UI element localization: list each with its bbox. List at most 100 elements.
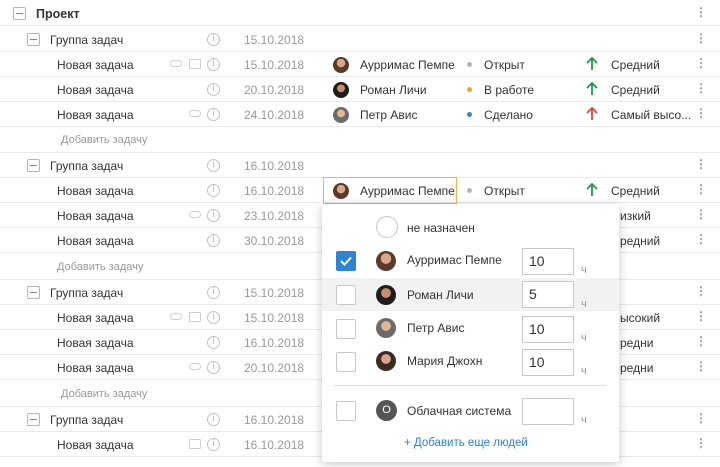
- task-name[interactable]: Новая задача: [57, 209, 134, 223]
- info-icon[interactable]: i: [207, 58, 220, 71]
- hours-input[interactable]: 5: [522, 281, 574, 308]
- system-option[interactable]: О Облачная система ч: [322, 394, 619, 427]
- table-row[interactable]: Новая задача i 20.10.2018 Роман Личи В р…: [0, 77, 720, 102]
- task-name[interactable]: Новая задача: [57, 108, 134, 122]
- info-icon[interactable]: i: [207, 413, 220, 426]
- status-label[interactable]: Открыт: [484, 58, 525, 72]
- group-menu-icon[interactable]: ⋮: [695, 158, 707, 171]
- collapse-group-checkbox[interactable]: [27, 159, 40, 172]
- add-task-link[interactable]: Добавить задачу: [57, 261, 143, 273]
- priority-label[interactable]: Средний: [611, 58, 660, 72]
- person-checkbox[interactable]: [336, 352, 356, 372]
- info-icon[interactable]: i: [207, 159, 220, 172]
- priority-label[interactable]: ысокий: [620, 311, 660, 325]
- person-checkbox[interactable]: [336, 251, 356, 271]
- priority-label[interactable]: редни: [620, 361, 653, 375]
- info-icon[interactable]: i: [207, 108, 220, 121]
- info-icon[interactable]: i: [207, 83, 220, 96]
- assignee-cell-selected[interactable]: [323, 177, 457, 204]
- group-menu-icon[interactable]: ⋮: [695, 285, 707, 298]
- unassigned-option[interactable]: не назначен: [322, 212, 619, 245]
- task-menu-icon[interactable]: ⋮: [695, 310, 707, 323]
- project-row: Проект ⋮: [0, 0, 720, 26]
- person-option[interactable]: Аурримас Пемпе 10 ч: [322, 244, 619, 277]
- task-name[interactable]: Новая задача: [57, 234, 134, 248]
- info-icon[interactable]: i: [207, 361, 220, 374]
- hours-unit: ч: [581, 264, 587, 276]
- person-name: Мария Джохн: [407, 354, 483, 368]
- table-row[interactable]: Новая задача i 24.10.2018 Петр Авис Сдел…: [0, 102, 720, 127]
- priority-label[interactable]: редни: [620, 336, 653, 350]
- priority-label[interactable]: изкий: [620, 209, 651, 223]
- assignee-name[interactable]: Аурримас Пемпе: [360, 58, 455, 72]
- task-name[interactable]: Новая задача: [57, 58, 134, 72]
- task-name[interactable]: Новая задача: [57, 438, 134, 452]
- group-title: Группа задач: [50, 33, 124, 47]
- group-row: Группа задач i 15.10.2018 ⋮: [0, 26, 720, 52]
- info-icon[interactable]: i: [207, 311, 220, 324]
- check-icon: [340, 256, 352, 266]
- info-icon[interactable]: i: [207, 234, 220, 247]
- add-task-link[interactable]: Добавить задачу: [61, 388, 147, 400]
- info-icon[interactable]: i: [207, 33, 220, 46]
- add-people-link[interactable]: + Добавить еще людей: [404, 437, 528, 449]
- status-dot: [467, 62, 472, 67]
- info-icon[interactable]: i: [207, 184, 220, 197]
- person-option[interactable]: Роман Личи 5 ч: [322, 278, 619, 311]
- priority-label[interactable]: редний: [620, 234, 660, 248]
- add-task-link[interactable]: Добавить задачу: [61, 134, 147, 146]
- table-row[interactable]: Новая задача i 15.10.2018 Аурримас Пемпе…: [0, 52, 720, 77]
- group-date: 15.10.2018: [244, 286, 305, 300]
- person-option[interactable]: Петр Авис 10 ч: [322, 312, 619, 345]
- priority-label[interactable]: Самый высо...: [611, 108, 691, 122]
- task-menu-icon[interactable]: ⋮: [695, 57, 707, 70]
- assignee-name[interactable]: Роман Личи: [360, 83, 427, 97]
- system-checkbox[interactable]: [336, 401, 356, 421]
- status-label[interactable]: В работе: [484, 83, 534, 97]
- status-label[interactable]: Открыт: [484, 184, 525, 198]
- priority-label[interactable]: Средний: [611, 184, 660, 198]
- task-name[interactable]: Новая задача: [57, 361, 134, 375]
- comment-icon: [189, 59, 201, 69]
- hours-input[interactable]: 10: [522, 316, 574, 343]
- priority-label[interactable]: Средний: [611, 83, 660, 97]
- task-name[interactable]: Новая задача: [57, 311, 134, 325]
- person-checkbox[interactable]: [336, 285, 356, 305]
- task-date: 16.10.2018: [244, 184, 305, 198]
- task-menu-icon[interactable]: ⋮: [695, 233, 707, 246]
- person-option[interactable]: Мария Джохн 10 ч: [322, 345, 619, 378]
- project-menu-icon[interactable]: ⋮: [695, 6, 707, 19]
- task-menu-icon[interactable]: ⋮: [695, 360, 707, 373]
- group-menu-icon[interactable]: ⋮: [695, 32, 707, 45]
- info-icon[interactable]: i: [207, 286, 220, 299]
- status-label[interactable]: Сделано: [484, 108, 533, 122]
- info-icon[interactable]: i: [207, 336, 220, 349]
- info-icon[interactable]: i: [207, 209, 220, 222]
- task-menu-icon[interactable]: ⋮: [695, 82, 707, 95]
- task-menu-icon[interactable]: ⋮: [695, 437, 707, 450]
- collapse-group-checkbox[interactable]: [27, 33, 40, 46]
- assignee-name[interactable]: Петр Авис: [360, 108, 418, 122]
- task-menu-icon[interactable]: ⋮: [695, 107, 707, 120]
- status-dot: [467, 87, 472, 92]
- hours-input[interactable]: [522, 398, 574, 425]
- task-name[interactable]: Новая задача: [57, 184, 134, 198]
- status-dot: [467, 188, 472, 193]
- task-name[interactable]: Новая задача: [57, 83, 134, 97]
- group-menu-icon[interactable]: ⋮: [695, 412, 707, 425]
- task-menu-icon[interactable]: ⋮: [695, 183, 707, 196]
- task-menu-icon[interactable]: ⋮: [695, 208, 707, 221]
- task-menu-icon[interactable]: ⋮: [695, 335, 707, 348]
- collapse-project-checkbox[interactable]: [13, 7, 26, 20]
- avatar: [376, 351, 396, 371]
- collapse-group-checkbox[interactable]: [27, 413, 40, 426]
- system-initial-avatar: О: [376, 400, 397, 421]
- avatar: [333, 107, 349, 123]
- person-name: Петр Авис: [407, 321, 465, 335]
- hours-input[interactable]: 10: [522, 349, 574, 376]
- collapse-group-checkbox[interactable]: [27, 286, 40, 299]
- info-icon[interactable]: i: [207, 438, 220, 451]
- task-name[interactable]: Новая задача: [57, 336, 134, 350]
- hours-input[interactable]: 10: [522, 248, 574, 275]
- person-checkbox[interactable]: [336, 319, 356, 339]
